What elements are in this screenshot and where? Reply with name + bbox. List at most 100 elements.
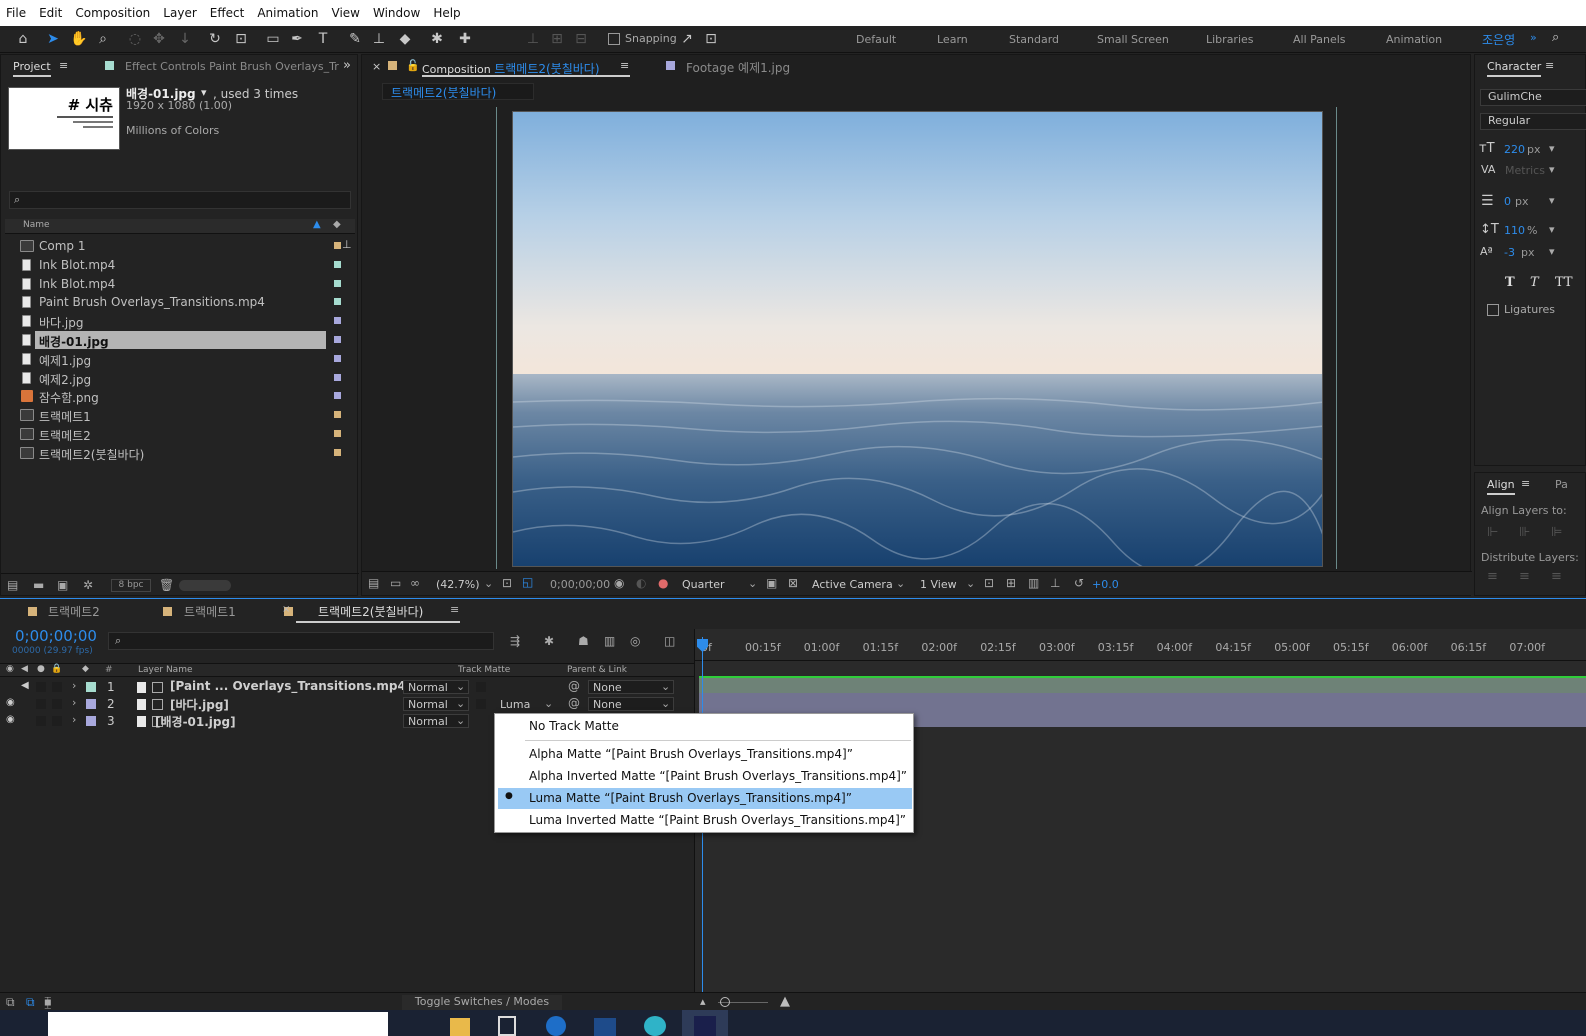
timeline-icon[interactable]: ▥ [1028,576,1039,590]
label-color-swatch[interactable] [334,260,341,268]
workspace-learn[interactable]: Learn [937,33,968,46]
project-item[interactable]: Ink Blot.mp4 [1,275,356,293]
align-right-icon[interactable]: ⊫ [1551,525,1562,540]
label-color-swatch[interactable] [334,317,341,325]
project-item[interactable]: 예제2.jpg [1,369,356,387]
selection-tool-icon[interactable]: ➤ [44,30,62,48]
distribute-middle-icon[interactable]: ≡ [1519,569,1530,584]
eye-icon[interactable]: ◉ [6,697,15,708]
workspace-animation[interactable]: Animation [1386,33,1442,46]
snap-grid-icon[interactable]: ⊡ [702,30,720,48]
stroke-width-value[interactable]: 0 [1504,195,1511,208]
chevron-down-icon[interactable]: ⌄ [896,577,905,590]
snapshot-icon[interactable]: ◉ [614,576,624,590]
chevron-down-icon[interactable]: ▾ [1549,223,1555,236]
menu-item-alpha-matte[interactable]: Alpha Matte “[Paint Brush Overlays_Trans… [529,747,853,761]
composition-tab[interactable]: Composition 트랙메트2(붓칠바다) [422,60,630,77]
label-color-swatch[interactable] [334,411,341,419]
lock-switch[interactable] [52,716,62,726]
chevron-down-icon[interactable]: ⌄ [484,577,493,590]
timeline-tab[interactable]: 트랙메트2 [48,603,100,620]
composition-mini-flowchart-icon[interactable]: ⇶ [510,634,520,648]
expand-arrow-icon[interactable]: › [72,679,76,692]
font-style-dropdown[interactable]: Regular [1480,113,1586,130]
font-family-dropdown[interactable]: GulimChe [1480,89,1586,106]
zoom-out-icon[interactable]: ▴ [700,995,706,1008]
resolution-dropdown[interactable]: Quarter [682,578,725,591]
menu-item-no-track-matte[interactable]: No Track Matte [529,719,619,733]
menu-item-luma-inverted-matte[interactable]: Luma Inverted Matte “[Paint Brush Overla… [529,813,906,827]
viewer-timecode[interactable]: 0;00;00;00 [550,578,610,591]
flowchart-icon[interactable]: ⊥ [1050,576,1060,590]
workspace-default[interactable]: Default [856,33,896,46]
zoom-dropdown[interactable]: (42.7%) [436,578,480,591]
eye-icon[interactable]: ◉ [6,714,15,725]
rectangle-tool-icon[interactable]: ▭ [264,30,282,48]
project-menu-icon[interactable]: ≡ [59,59,68,72]
distribute-bottom-icon[interactable]: ≡ [1551,569,1562,584]
effect-controls-tab[interactable]: Effect Controls Paint Brush Overlays_Tr [125,60,339,73]
brush-tool-icon[interactable]: ✎ [346,30,364,48]
toggle-pixel-aspect-icon[interactable]: ⊡ [984,576,994,590]
all-caps-button[interactable]: TT [1555,275,1573,290]
project-item[interactable]: Ink Blot.mp4 [1,256,356,274]
reset-exposure-icon[interactable]: ↺ [1074,576,1084,590]
layer-bar-2[interactable] [699,693,1586,710]
expand-arrow-icon[interactable]: › [72,696,76,709]
taskbar-search-box[interactable] [48,1012,388,1036]
panel-overflow-icon[interactable]: » [343,58,351,73]
lock-icon[interactable]: 🔓 [406,59,420,72]
graph-editor-icon[interactable]: ◫ [664,634,675,648]
kerning-value[interactable]: Metrics [1505,164,1545,177]
layer-switches-icon[interactable]: ⧉ [6,995,15,1010]
eraser-tool-icon[interactable]: ◆ [396,30,414,48]
pan-tool-icon[interactable]: ✥ [150,30,168,48]
align-center-icon[interactable]: ⊪ [1519,525,1530,540]
menu-item-animation[interactable]: Animation [257,6,318,20]
menu-item-edit[interactable]: Edit [39,6,62,20]
track-matte-toggle[interactable] [476,699,486,709]
axis-local-icon[interactable]: ⊥ [524,30,542,48]
label-color-swatch[interactable] [334,298,341,306]
parent-dropdown[interactable]: None ⌄ [588,697,674,711]
file-explorer-icon[interactable] [450,1018,470,1036]
workspace-all-panels[interactable]: All Panels [1293,33,1346,46]
layer-bar-1[interactable] [699,676,1586,693]
draft-3d-icon[interactable]: ✱ [544,634,554,648]
menu-item-window[interactable]: Window [373,6,420,20]
camera-dropdown[interactable]: Active Camera [812,578,893,591]
comp-menu-icon[interactable]: ≡ [620,59,629,72]
label-color-swatch[interactable] [334,242,341,249]
project-settings-icon[interactable]: ✲ [83,578,93,592]
orbit-tool-icon[interactable]: ◌ [126,30,144,48]
layer-label-color[interactable] [86,716,96,726]
menu-item-composition[interactable]: Composition [75,6,150,20]
label-color-swatch[interactable] [334,373,341,381]
chevron-down-icon[interactable]: ▾ [1549,142,1555,155]
project-item[interactable]: 예제1.jpg [1,350,356,368]
rotate-tool-icon[interactable]: ↻ [206,30,224,48]
fast-previews-icon[interactable]: ⊞ [1006,576,1016,590]
hand-tool-icon[interactable]: ✋ [70,30,88,48]
character-menu-icon[interactable]: ≡ [1545,59,1554,72]
track-matte-toggle[interactable] [476,682,486,692]
project-tab[interactable]: Project [13,60,51,77]
baseline-shift-value[interactable]: -3 [1504,246,1515,259]
menu-item-effect[interactable]: Effect [210,6,245,20]
label-color-swatch[interactable] [334,354,341,362]
dropdown-arrow-icon[interactable]: ▾ [201,86,207,99]
thumbnail-slider[interactable] [179,580,231,591]
chevron-down-icon[interactable]: ⌄ [966,577,975,590]
timeline-tab[interactable]: 트랙메트2(붓칠바다) [318,603,423,620]
search-help-icon[interactable]: ⌕ [1552,30,1559,45]
chevron-right-icon[interactable]: » [1530,31,1537,44]
timeline-tab[interactable]: 트랙메트1 [184,603,236,620]
frame-blending-icon[interactable]: ▥ [604,634,615,648]
pen-tool-icon[interactable]: ✒ [288,30,306,48]
snapping-checkbox[interactable] [608,33,620,45]
label-color-swatch[interactable] [334,430,341,437]
edge-icon[interactable] [546,1016,566,1036]
track-matte-dropdown-menu[interactable]: ● No Track Matte Alpha Matte “[Paint Bru… [494,713,914,833]
transparency-grid-icon[interactable]: ⊠ [788,576,798,590]
zoom-in-icon[interactable]: ▲ [780,994,790,1009]
